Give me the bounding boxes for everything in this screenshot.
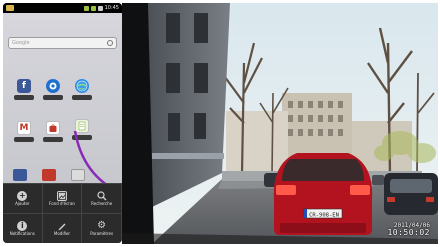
plus-icon: + (17, 191, 28, 201)
notification-icon (6, 5, 14, 11)
menu-label: Notifications (9, 231, 35, 236)
menu-label: Ajouter (15, 201, 30, 206)
gmail-glyph: M (19, 122, 29, 133)
magnifier-glyph-icon (97, 191, 107, 201)
menu-item-notifications[interactable]: i Notifications (3, 213, 43, 243)
dashcam-timestamp: 2011/04/06 10:50:02 (387, 222, 430, 238)
status-bar: 10:45 (3, 3, 122, 13)
maps-icon (46, 79, 60, 93)
dock-icon[interactable] (42, 169, 56, 181)
app-browser[interactable] (71, 79, 93, 105)
menu-item-wallpaper[interactable]: Fond d'écran (42, 183, 83, 213)
menu-label: Recherche (91, 201, 113, 206)
menu-label: Paramètres (90, 231, 114, 236)
app-gmail[interactable]: M (13, 121, 35, 147)
menu-item-parametres[interactable]: ⚙ Paramètres (82, 213, 122, 243)
app-market[interactable] (42, 121, 64, 147)
notifications-icon: i (17, 221, 28, 231)
app-label (43, 95, 63, 100)
app-facebook[interactable]: f (13, 79, 35, 105)
search-glyph-icon (107, 40, 113, 46)
globe-glyph-icon (76, 80, 88, 92)
status-time: 10:45 (104, 4, 119, 11)
maps-glyph-icon (49, 82, 57, 90)
lead-car (273, 153, 373, 235)
app-label (14, 137, 34, 142)
app-label (14, 95, 34, 100)
menu-item-modifier[interactable]: Modifier (42, 213, 83, 243)
home-screen: Google f M (3, 13, 122, 195)
search-widget[interactable]: Google (8, 37, 117, 49)
dock-icon[interactable] (71, 169, 85, 181)
dock-icon[interactable] (13, 169, 27, 181)
dashcam-view: CR-908-EN 2011/04/06 10:50:02 (122, 3, 438, 244)
app-maps[interactable] (42, 79, 64, 105)
globe-icon (75, 79, 89, 93)
status-indicators: 10:45 (83, 4, 119, 11)
market-bag-icon (49, 124, 57, 132)
building-ledge (152, 153, 224, 159)
menu-item-recherche[interactable]: Recherche (82, 183, 122, 213)
wifi-icon (90, 5, 96, 11)
menu-label: Fond d'écran (49, 201, 75, 206)
battery-icon (97, 5, 103, 11)
facebook-glyph: f (22, 80, 26, 91)
app-label (43, 137, 63, 142)
distant-car (372, 175, 384, 185)
signal-icon (83, 5, 89, 11)
parked-car (384, 173, 438, 215)
market-icon (46, 121, 60, 135)
notes-glyph-icon (78, 121, 86, 131)
screenshot: 10:45 Google f M + Ajouter Fond d'écran … (0, 0, 440, 247)
timestamp-time: 10:50:02 (387, 228, 430, 238)
search-icon (97, 191, 107, 201)
wallpaper-icon (56, 191, 67, 201)
gmail-icon: M (17, 121, 31, 135)
menu-item-ajouter[interactable]: + Ajouter (3, 183, 43, 213)
app-label (72, 95, 92, 100)
street-scene: CR-908-EN (122, 3, 438, 244)
license-plate: CR-908-EN (309, 212, 339, 218)
facebook-icon: f (17, 79, 31, 93)
phone-screen: 10:45 Google f M + Ajouter Fond d'écran … (3, 3, 122, 243)
pencil-glyph-icon (58, 223, 66, 231)
edit-icon (57, 221, 67, 231)
menu-label: Modifier (53, 231, 71, 236)
settings-icon: ⚙ (97, 220, 107, 231)
options-menu: + Ajouter Fond d'écran Recherche i Notif… (3, 183, 122, 243)
wallpaper-glyph-icon (58, 192, 66, 200)
search-placeholder: Google (12, 40, 30, 46)
